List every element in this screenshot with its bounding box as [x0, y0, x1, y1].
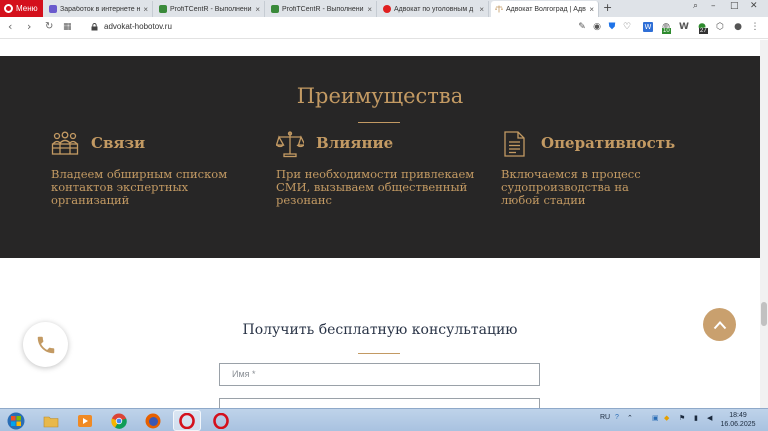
clock-time: 18:49: [729, 412, 747, 419]
edit-icon[interactable]: ✎: [577, 22, 587, 32]
title-divider: [358, 122, 400, 123]
tab-advokat-volgograd[interactable]: Адвокат Волгоград | Адво ×: [491, 1, 599, 17]
opera-menu-button[interactable]: Меню: [0, 0, 43, 17]
system-clock[interactable]: 18:49 16.06.2025: [720, 411, 756, 429]
scrollbar[interactable]: [760, 40, 768, 408]
advantages-section: Преимущества Связи Владеем обширным спис…: [0, 56, 760, 258]
tab-bar: Меню Заработок в интернете н × ProfiTCen…: [0, 0, 768, 17]
people-icon: [51, 131, 79, 155]
call-button[interactable]: [23, 322, 68, 367]
close-icon[interactable]: ×: [479, 5, 484, 14]
sp-icon: [49, 5, 57, 13]
consultation-divider: [358, 353, 400, 354]
start-button[interactable]: [3, 410, 29, 431]
reload-button[interactable]: ↻: [45, 21, 53, 32]
tab-label: ProfiTCentR - Выполнени: [282, 5, 364, 13]
help-icon[interactable]: ?: [615, 414, 619, 421]
forward-button[interactable]: ›: [27, 20, 31, 33]
tab-label: ProfiTCentR - Выполнени: [170, 5, 252, 13]
page-viewport: Преимущества Связи Владеем обширным спис…: [0, 40, 768, 408]
chart-icon: [159, 5, 167, 13]
opera-second-taskbar-button[interactable]: [207, 410, 235, 431]
extension-badge: 27: [699, 28, 708, 34]
media-player-taskbar-button[interactable]: [71, 410, 99, 431]
tray-app-icon[interactable]: ◆: [664, 414, 669, 422]
windows-taskbar: RU ? ⌃ ▣ ◆ ⚑ ▮ ◀ 18:49 16.06.2025: [0, 408, 768, 431]
feature-text: Владеем обширным списком контактов экспе…: [51, 167, 228, 207]
tab-label: Адвокат Волгоград | Адво: [506, 5, 587, 13]
tray-flag-icon[interactable]: ⚑: [679, 414, 685, 422]
scales-icon: [276, 131, 304, 158]
signal-icon[interactable]: ▮: [694, 414, 698, 422]
phone-input[interactable]: [219, 398, 540, 408]
name-placeholder: Имя *: [232, 369, 256, 379]
explorer-taskbar-button[interactable]: [37, 410, 65, 431]
scales-icon: [495, 5, 503, 13]
minimize-button[interactable]: –: [711, 1, 716, 11]
windows-logo-icon: [7, 412, 25, 429]
consultation-title: Получить бесплатную консультацию: [242, 322, 518, 338]
more-menu-icon[interactable]: ⋮: [750, 22, 760, 32]
close-icon[interactable]: ×: [589, 5, 594, 14]
firefox-taskbar-button[interactable]: [139, 410, 167, 431]
opera-taskbar-button[interactable]: [173, 410, 201, 431]
extension-badge: 10: [662, 28, 671, 34]
shield-icon[interactable]: ⛊: [607, 22, 617, 32]
network-icon[interactable]: ▣: [652, 414, 659, 422]
clock-date: 16.06.2025: [720, 421, 756, 428]
tab-label: Адвокат по уголовным д: [394, 5, 474, 13]
feature-title: Влияние: [316, 134, 394, 152]
maximize-button[interactable]: □: [730, 1, 739, 11]
tabs-grid-icon[interactable]: ▦: [63, 22, 72, 32]
close-icon[interactable]: ×: [367, 5, 372, 14]
chart-icon: [271, 5, 279, 13]
name-input[interactable]: Имя *: [219, 363, 540, 386]
firefox-icon: [145, 413, 161, 428]
close-window-button[interactable]: ✕: [750, 1, 758, 11]
heart-icon[interactable]: ♡: [622, 22, 632, 32]
new-tab-button[interactable]: +: [603, 1, 612, 14]
document-icon: [504, 131, 525, 157]
chevron-up-icon: [713, 320, 726, 329]
camera-icon[interactable]: ◉: [592, 22, 602, 32]
tab-earnings[interactable]: Заработок в интернете н ×: [45, 1, 153, 17]
menu-label: Меню: [16, 4, 38, 13]
volume-icon[interactable]: ◀: [707, 414, 712, 422]
scroll-to-top-button[interactable]: [703, 308, 736, 341]
feature-text: При необходимости привлекаем СМИ, вызыва…: [276, 167, 475, 207]
media-player-icon: [78, 414, 92, 427]
tab-profitcentr-2[interactable]: ProfiTCentR - Выполнени ×: [267, 1, 377, 17]
chrome-taskbar-button[interactable]: [105, 410, 133, 431]
opera-icon: [213, 412, 229, 429]
search-tabs-icon[interactable]: ⌕: [693, 1, 698, 11]
cube-icon[interactable]: ⬡: [715, 22, 725, 32]
lock-icon: [91, 23, 98, 31]
w-extension-icon[interactable]: W: [679, 22, 689, 32]
back-button[interactable]: ‹: [8, 20, 12, 33]
opera-logo-icon: [4, 4, 13, 13]
close-icon[interactable]: ×: [255, 5, 260, 14]
opera-icon: [179, 412, 195, 429]
close-icon[interactable]: ×: [143, 5, 148, 14]
yandex-icon: [383, 5, 391, 13]
url-input[interactable]: advokat-hobotov.ru: [104, 22, 172, 31]
profile-avatar[interactable]: ●: [733, 22, 743, 32]
phone-icon: [37, 336, 54, 353]
address-bar: ‹ › ↻ ▦ advokat-hobotov.ru ✎ ◉ ⛊ ♡ W ◍ 1…: [0, 17, 768, 39]
language-indicator[interactable]: RU: [600, 414, 610, 421]
feature-text: Включаемся в процесс судопроизводства на…: [501, 167, 641, 207]
tab-label: Заработок в интернете н: [60, 5, 141, 13]
tray-expand-icon[interactable]: ⌃: [627, 414, 633, 422]
scrollbar-thumb[interactable]: [761, 302, 767, 326]
tab-advokat-yandex[interactable]: Адвокат по уголовным д ×: [379, 1, 489, 17]
tab-profitcentr-1[interactable]: ProfiTCentR - Выполнени ×: [155, 1, 265, 17]
feature-title: Связи: [91, 134, 146, 152]
feature-title: Оперативность: [541, 134, 676, 152]
advantages-title: Преимущества: [296, 84, 464, 108]
word-extension-icon[interactable]: W: [643, 22, 653, 32]
chrome-icon: [111, 413, 127, 429]
folder-icon: [43, 416, 59, 427]
